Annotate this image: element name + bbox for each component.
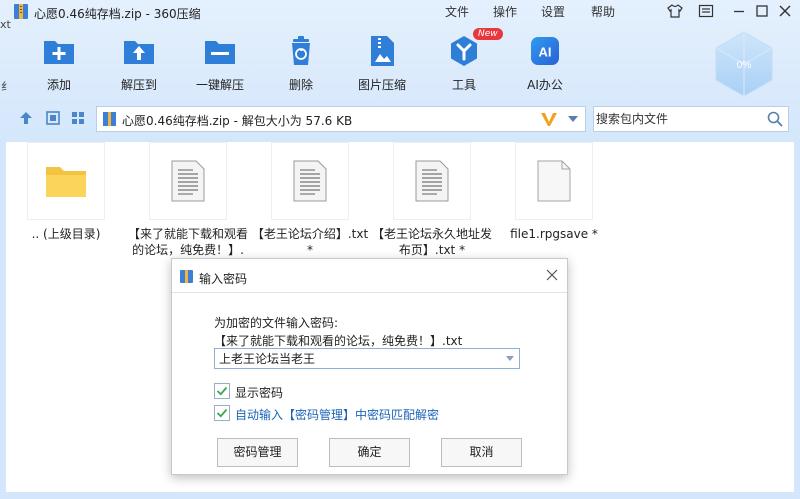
password-prompt: 为加密的文件输入密码: [214,316,339,330]
new-badge: New [473,28,503,40]
ai-office-label: AI办公 [527,78,563,92]
file-thumb [271,142,349,220]
encrypted-file-name: 【来了就能下载和观看的论坛，纯免费！】.txt [214,334,463,348]
maximize-icon[interactable] [754,3,770,19]
file-item[interactable]: 【老王论坛永久地址发布页】.txt * [372,142,492,258]
search-icon[interactable] [767,111,783,127]
add-icon [44,41,74,64]
close-icon[interactable] [777,3,793,19]
one-click-extract-icon [205,41,235,64]
zip-app-icon [180,270,193,283]
show-password-checkbox[interactable] [214,383,230,399]
image-compress-icon [371,36,394,66]
file-name: file1.rpgsave * [510,227,598,241]
password-dialog: 输入密码 为加密的文件输入密码: 【来了就能下载和观看的论坛，纯免费！】.txt… [171,258,568,475]
text-file-icon [171,160,205,202]
search-box [593,106,789,132]
file-name: 【老王论坛介绍】.txt * [251,227,369,257]
file-name: 【老王论坛永久地址发布页】.txt * [372,227,493,257]
password-input[interactable] [215,349,499,368]
add-label: 添加 [46,78,71,92]
trash-icon [292,36,310,65]
password-manager-button[interactable]: 密码管理 [217,438,298,467]
archive-path: 心愿0.46纯存档.zip - 解包大小为 57.6 KB [122,114,353,128]
dialog-title: 输入密码 [199,272,248,286]
image-compress-label: 图片压缩 [357,78,406,92]
edge-text-mid: 纟 [1,80,12,93]
up-arrow-icon[interactable] [18,110,34,126]
search-input[interactable] [594,107,762,131]
menu-operate[interactable]: 操作 [493,3,517,20]
file-item[interactable]: 【老王论坛介绍】.txt * [250,142,370,258]
ok-button[interactable]: 确定 [329,438,410,467]
file-item[interactable]: 【来了就能下载和观看的论坛，纯免费！】.t... [128,142,248,274]
auto-input-checkbox[interactable] [214,405,230,421]
menu-file[interactable]: 文件 [445,3,469,20]
check-icon [216,386,228,396]
menu-settings[interactable]: 设置 [541,3,565,20]
dialog-header: 输入密码 [172,259,567,293]
close-icon[interactable] [546,269,558,281]
auto-input-label: 自动输入【密码管理】中密码匹配解密 [235,408,440,422]
delete-label: 删除 [288,78,313,92]
gem-text: 0% [737,60,752,71]
chevron-down-icon[interactable] [567,115,579,123]
folder-icon [46,167,86,197]
skin-shirt-icon[interactable] [667,3,683,19]
tools-label: 工具 [451,78,476,92]
cancel-button[interactable]: 取消 [441,438,522,467]
tools-button[interactable]: New 工具 [429,28,503,93]
ai-office-button[interactable]: AI AI办公 [510,34,580,93]
svg-text:AI: AI [539,45,552,60]
minimize-icon[interactable] [731,3,747,19]
file-item[interactable]: file1.rpgsave * [494,142,614,242]
extract-to-button[interactable]: 解压到 [104,34,174,93]
window-title: 心愿0.46纯存档.zip - 360压缩 [34,7,201,21]
zip-app-icon [14,4,28,19]
image-compress-button[interactable]: 图片压缩 [347,34,417,93]
file-item-parent[interactable]: .. (上级目录) [6,142,126,242]
detail-view-icon[interactable] [45,110,61,126]
password-combo [214,348,520,369]
progress-gem-icon: 0% [715,31,773,97]
file-thumb [515,142,593,220]
extract-to-label: 解压到 [120,78,157,92]
check-icon [216,408,228,418]
one-click-extract-button[interactable]: 一键解压 [185,34,255,93]
blank-file-icon [537,160,571,202]
file-name: .. (上级目录) [31,227,101,241]
file-thumb [393,142,471,220]
ai-icon: AI [531,37,559,65]
text-file-icon [415,160,449,202]
file-thumb [27,142,105,220]
thumbnail-view-icon[interactable] [70,110,86,126]
title-bar: 心愿0.46纯存档.zip - 360压缩 文件 操作 设置 帮助 [0,0,800,24]
one-click-extract-label: 一键解压 [195,78,244,92]
file-thumb [149,142,227,220]
add-button[interactable]: 添加 [24,34,94,93]
show-password-label: 显示密码 [235,386,284,400]
delete-button[interactable]: 删除 [266,34,336,93]
extract-to-icon [124,41,154,64]
zip-file-icon [103,112,116,126]
v-logo-icon[interactable] [540,111,558,127]
text-file-icon [293,160,327,202]
menu-icon[interactable] [698,3,714,19]
menu-help[interactable]: 帮助 [591,3,615,20]
address-bar[interactable]: 心愿0.46纯存档.zip - 解包大小为 57.6 KB [96,106,586,132]
chevron-down-icon[interactable] [505,355,515,362]
app-window: xt 纟 心愿0.46纯存档.zip - 360压缩 文件 操作 设置 帮助 添… [0,0,800,499]
